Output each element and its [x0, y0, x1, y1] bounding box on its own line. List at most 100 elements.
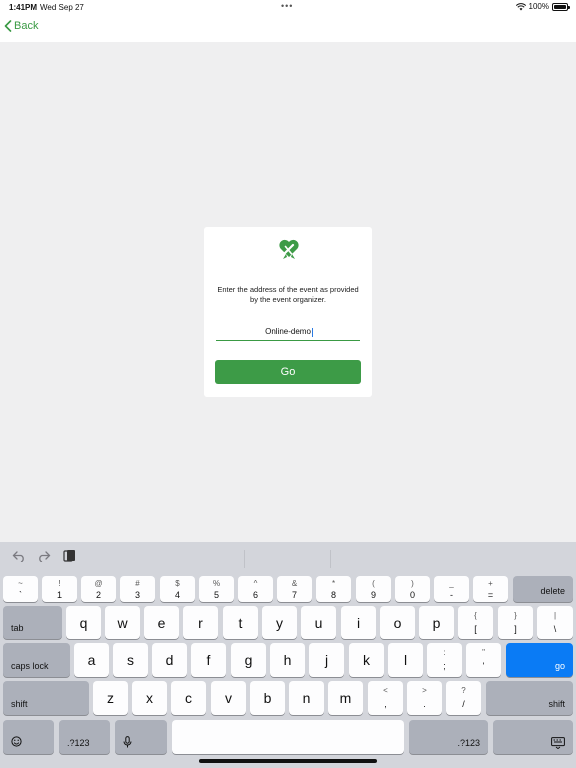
key-0[interactable]: ) 0	[395, 576, 430, 602]
status-right: 100%	[515, 2, 570, 11]
key-i[interactable]: i	[341, 606, 376, 639]
key-l[interactable]: l	[388, 643, 423, 677]
key-primary-label: \	[553, 624, 557, 634]
key-left-bracket[interactable]: { [	[458, 606, 493, 639]
home-indicator[interactable]	[199, 759, 377, 763]
key-secondary-label: |	[553, 611, 557, 620]
key-quote[interactable]: " '	[466, 643, 501, 677]
hide-keyboard-key[interactable]	[493, 720, 573, 754]
key-primary-label: 6	[252, 590, 258, 600]
key-primary-label: 3	[134, 590, 140, 600]
key-primary-label: `	[19, 590, 22, 600]
key-u[interactable]: u	[301, 606, 336, 639]
shift-right-key[interactable]: shift	[486, 681, 573, 715]
key-7[interactable]: & 7	[277, 576, 312, 602]
redo-icon[interactable]	[37, 550, 51, 562]
key-secondary-label: &	[291, 579, 298, 588]
key-y[interactable]: y	[262, 606, 297, 639]
key-slash[interactable]: ? /	[446, 681, 481, 715]
key-primary-label: 4	[174, 590, 180, 600]
key-k[interactable]: k	[349, 643, 384, 677]
key-label: k	[363, 652, 370, 668]
key-6[interactable]: ^ 6	[238, 576, 273, 602]
key-x[interactable]: x	[132, 681, 167, 715]
numbers-left-key[interactable]: .?123	[59, 720, 110, 754]
paste-icon[interactable]	[63, 549, 76, 563]
multitasking-dots-icon[interactable]: •••	[281, 1, 293, 11]
key-label: g	[244, 652, 253, 668]
shift-key-label: shift	[11, 699, 28, 709]
key-z[interactable]: z	[93, 681, 128, 715]
key-m[interactable]: m	[328, 681, 363, 715]
key-equals[interactable]: + =	[473, 576, 508, 602]
key-r[interactable]: r	[183, 606, 218, 639]
key-label: u	[314, 614, 323, 631]
key-primary-label: 8	[330, 590, 336, 600]
emoji-key[interactable]	[3, 720, 54, 754]
key-label: x	[146, 690, 153, 706]
key-label: q	[79, 614, 88, 631]
key-d[interactable]: d	[152, 643, 187, 677]
space-key[interactable]	[172, 720, 404, 754]
key-3[interactable]: # 3	[120, 576, 155, 602]
key-1[interactable]: ! 1	[42, 576, 77, 602]
key-secondary-label: !	[58, 579, 61, 588]
key-secondary-label: %	[212, 579, 221, 588]
key-primary-label: 7	[291, 590, 297, 600]
numbers-right-key[interactable]: .?123	[409, 720, 488, 754]
key-e[interactable]: e	[144, 606, 179, 639]
key-w[interactable]: w	[105, 606, 140, 639]
key-minus[interactable]: _ -	[434, 576, 469, 602]
key-c[interactable]: c	[171, 681, 206, 715]
key-primary-label: /	[462, 699, 465, 709]
key-right-bracket[interactable]: } ]	[498, 606, 533, 639]
key-a[interactable]: a	[74, 643, 109, 677]
key-h[interactable]: h	[270, 643, 305, 677]
key-b[interactable]: b	[250, 681, 285, 715]
key-secondary-label: >	[422, 686, 427, 695]
dictation-key[interactable]	[115, 720, 167, 754]
key-label: a	[87, 652, 96, 668]
key-grave[interactable]: ~ `	[3, 576, 38, 602]
key-2[interactable]: @ 2	[81, 576, 116, 602]
key-primary-label: [	[474, 624, 477, 634]
key-4[interactable]: $ 4	[160, 576, 195, 602]
key-secondary-label: ^	[253, 579, 258, 588]
shift-left-key[interactable]: shift	[3, 681, 89, 715]
key-j[interactable]: j	[309, 643, 344, 677]
key-o[interactable]: o	[380, 606, 415, 639]
key-s[interactable]: s	[113, 643, 148, 677]
key-v[interactable]: v	[211, 681, 246, 715]
delete-key[interactable]: delete	[513, 576, 573, 602]
tab-key-label: tab	[11, 623, 24, 633]
key-p[interactable]: p	[419, 606, 454, 639]
key-primary-label: ,	[384, 699, 387, 709]
key-label: t	[238, 614, 243, 631]
key-f[interactable]: f	[191, 643, 226, 677]
key-9[interactable]: ( 9	[356, 576, 391, 602]
key-q[interactable]: q	[66, 606, 101, 639]
key-backslash[interactable]: | \	[537, 606, 573, 639]
key-g[interactable]: g	[231, 643, 266, 677]
numbers-key-label: .?123	[457, 738, 480, 748]
event-address-input[interactable]	[216, 323, 360, 341]
undo-icon[interactable]	[12, 550, 26, 562]
key-label: h	[283, 652, 292, 668]
back-button[interactable]: Back	[4, 20, 38, 32]
go-button[interactable]: Go	[215, 360, 361, 384]
caps-lock-key[interactable]: caps lock	[3, 643, 70, 677]
key-period[interactable]: > .	[407, 681, 442, 715]
key-n[interactable]: n	[289, 681, 324, 715]
key-5[interactable]: % 5	[199, 576, 234, 602]
emoji-icon	[11, 736, 22, 747]
go-key[interactable]: go	[506, 643, 573, 677]
keyboard-dismiss-icon	[551, 737, 565, 749]
key-primary-label: .	[423, 699, 426, 709]
key-semicolon[interactable]: : ;	[427, 643, 462, 677]
tab-key[interactable]: tab	[3, 606, 62, 639]
key-label: o	[393, 614, 402, 631]
key-t[interactable]: t	[223, 606, 258, 639]
go-key-label: go	[554, 661, 565, 671]
key-comma[interactable]: < ,	[368, 681, 403, 715]
key-8[interactable]: * 8	[316, 576, 351, 602]
